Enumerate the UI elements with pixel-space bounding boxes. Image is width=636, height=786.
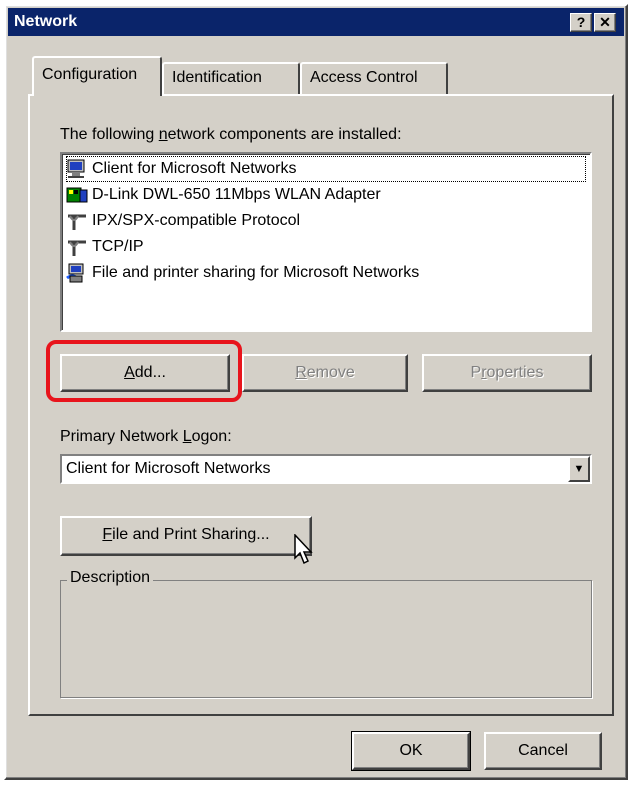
configuration-panel: The following network components are ins… xyxy=(28,94,614,716)
add-highlight-annotation xyxy=(46,340,242,402)
client-network-icon xyxy=(66,158,88,180)
primary-logon-label: Primary Network Logon: xyxy=(60,428,232,445)
primary-logon-value: Client for Microsoft Networks xyxy=(66,460,271,477)
list-item[interactable]: TCP/IP xyxy=(66,234,144,260)
description-group: Description xyxy=(60,569,592,698)
protocol-icon xyxy=(66,236,88,258)
list-item[interactable]: D-Link DWL-650 11Mbps WLAN Adapter xyxy=(66,182,381,208)
tab-access-control[interactable]: Access Control xyxy=(300,62,448,94)
mouse-cursor-icon xyxy=(294,534,313,565)
network-adapter-icon xyxy=(66,184,88,206)
list-item[interactable]: Client for Microsoft Networks xyxy=(66,156,586,182)
help-button[interactable]: ? xyxy=(570,13,592,32)
list-item[interactable]: File and printer sharing for Microsoft N… xyxy=(66,260,419,286)
tab-configuration[interactable]: Configuration xyxy=(32,56,162,96)
description-title: Description xyxy=(67,569,154,587)
list-item[interactable]: IPX/SPX-compatible Protocol xyxy=(66,208,300,234)
chevron-down-icon[interactable]: ▼ xyxy=(568,456,590,482)
file-printer-sharing-icon xyxy=(66,262,88,284)
remove-button[interactable]: Remove xyxy=(242,354,408,392)
protocol-icon xyxy=(66,210,88,232)
network-dialog: Network ? ✕ Configuration Identification… xyxy=(4,4,628,780)
components-label: The following network components are ins… xyxy=(60,126,402,143)
ok-button[interactable]: OK xyxy=(351,731,471,771)
file-print-sharing-button[interactable]: File and Print Sharing... xyxy=(60,516,312,556)
close-button[interactable]: ✕ xyxy=(594,13,616,32)
properties-button[interactable]: Properties xyxy=(422,354,592,392)
tab-identification[interactable]: Identification xyxy=(162,62,300,94)
title-bar[interactable]: Network ? ✕ xyxy=(8,8,624,36)
cancel-button[interactable]: Cancel xyxy=(484,732,602,770)
window-title: Network xyxy=(14,13,78,30)
primary-logon-select[interactable]: Client for Microsoft Networks ▼ xyxy=(60,454,592,484)
components-list[interactable]: Client for Microsoft Networks D-Link DWL… xyxy=(60,152,592,332)
